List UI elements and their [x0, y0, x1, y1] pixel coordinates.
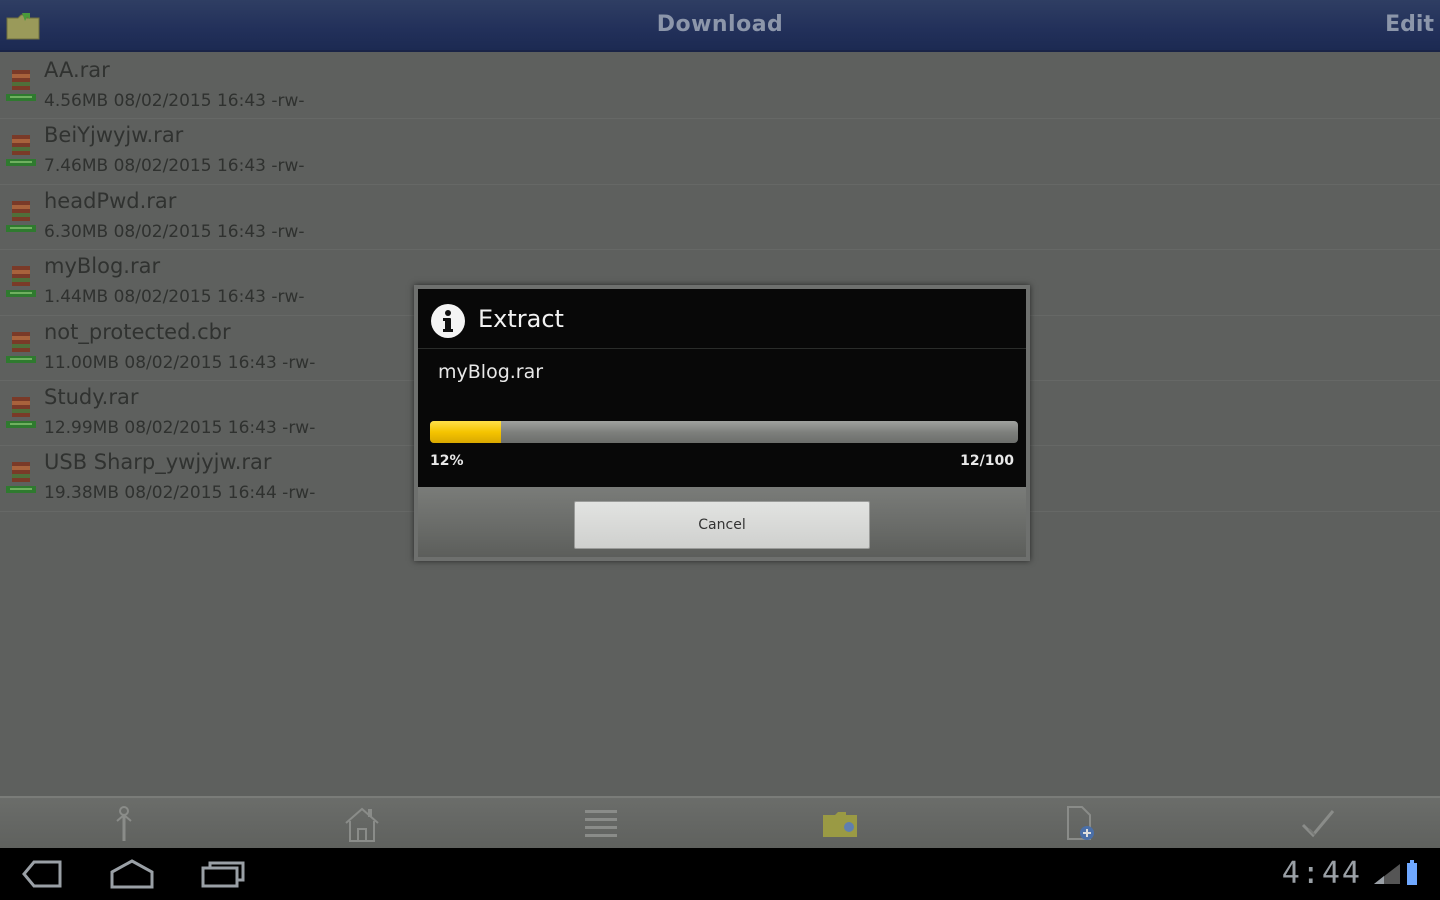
- list-view-icon: [585, 810, 617, 837]
- rar-archive-icon: [6, 70, 36, 101]
- title-bar: Download Edit: [0, 0, 1440, 52]
- file-meta: 7.46MB 08/02/2015 16:43 -rw-: [44, 156, 305, 177]
- select-all-button[interactable]: [1298, 804, 1338, 844]
- rar-archive-icon: [6, 266, 36, 298]
- back-icon[interactable]: [20, 858, 66, 890]
- file-name: Study.rar: [44, 384, 139, 409]
- info-icon: [431, 304, 465, 338]
- rar-archive-icon: [6, 462, 36, 494]
- file-name: headPwd.rar: [44, 188, 177, 213]
- system-nav-bar: 4:44: [0, 848, 1440, 900]
- progress-percent: 12%: [430, 453, 464, 469]
- file-row[interactable]: headPwd.rar 6.30MB 08/02/2015 16:43 -rw-: [0, 185, 1440, 251]
- file-name: myBlog.rar: [44, 254, 161, 279]
- file-meta: 11.00MB 08/02/2015 16:43 -rw-: [44, 352, 316, 373]
- home-icon[interactable]: [108, 858, 156, 890]
- new-file-icon: [1067, 806, 1094, 840]
- file-name: not_protected.cbr: [44, 319, 231, 344]
- file-name: BeiYjwyjw.rar: [44, 123, 184, 148]
- dialog-body: myBlog.rar 12% 12/100: [418, 349, 1026, 487]
- up-level-icon: [116, 806, 132, 841]
- file-name: AA.rar: [44, 58, 110, 82]
- dialog-footer: Cancel: [418, 487, 1026, 557]
- extract-dialog: Extract myBlog.rar 12% 12/100 Cancel: [414, 285, 1030, 561]
- new-folder-icon: [823, 812, 857, 837]
- dialog-header: Extract: [418, 289, 1026, 349]
- edit-button[interactable]: Edit: [1385, 12, 1434, 37]
- rar-archive-icon: [6, 200, 36, 232]
- new-folder-button[interactable]: [820, 804, 860, 844]
- progress-bar: [430, 421, 1018, 443]
- rar-archive-icon: [6, 331, 36, 363]
- cancel-button[interactable]: Cancel: [574, 501, 870, 549]
- file-meta: 4.56MB 08/02/2015 16:43 -rw-: [44, 91, 305, 111]
- file-meta: 19.38MB 08/02/2015 16:44 -rw-: [44, 483, 316, 504]
- file-row[interactable]: BeiYjwyjw.rar 7.46MB 08/02/2015 16:43 -r…: [0, 119, 1440, 185]
- home-button[interactable]: [342, 804, 382, 844]
- list-view-button[interactable]: [581, 804, 621, 844]
- file-meta: 12.99MB 08/02/2015 16:43 -rw-: [44, 417, 316, 438]
- signal-icon: [1374, 864, 1400, 884]
- bottom-toolbar: [0, 796, 1440, 848]
- battery-icon: [1407, 860, 1417, 885]
- home-icon: [345, 807, 379, 842]
- progress-fill: [430, 421, 501, 443]
- up-level-button[interactable]: [104, 804, 144, 844]
- page-title: Download: [656, 12, 784, 37]
- progress-count: 12/100: [960, 453, 1014, 469]
- file-meta: 6.30MB 08/02/2015 16:43 -rw-: [44, 221, 305, 242]
- file-name: USB Sharp_ywjyjw.rar: [44, 450, 272, 475]
- recent-apps-icon[interactable]: [200, 858, 246, 890]
- new-file-button[interactable]: [1060, 804, 1100, 844]
- rar-archive-icon: [6, 135, 36, 167]
- select-all-icon: [1301, 810, 1335, 838]
- extract-filename: myBlog.rar: [438, 361, 544, 383]
- file-row[interactable]: AA.rar 4.56MB 08/02/2015 16:43 -rw-: [0, 54, 1440, 120]
- file-meta: 1.44MB 08/02/2015 16:43 -rw-: [44, 287, 305, 308]
- clock: 4:44: [1281, 856, 1362, 891]
- rar-archive-icon: [6, 396, 36, 428]
- dialog-title: Extract: [478, 305, 564, 333]
